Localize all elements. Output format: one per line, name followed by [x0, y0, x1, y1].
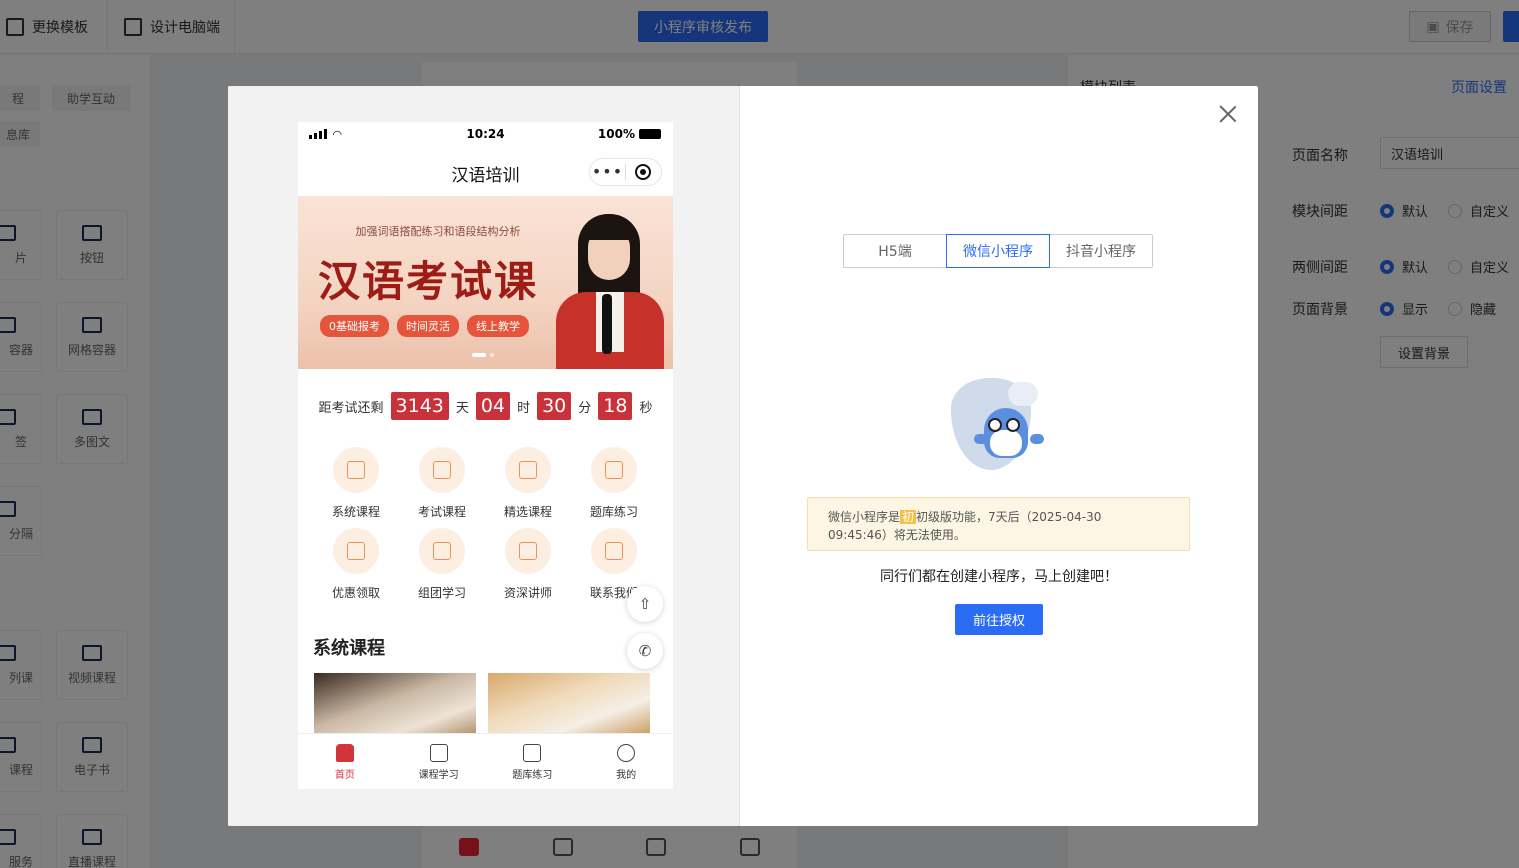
- tab-mine[interactable]: 我的: [579, 734, 673, 789]
- banner-tag: 线上教学: [467, 315, 529, 337]
- status-bar: ◠ 10:24 100%: [298, 122, 673, 146]
- tab-h5[interactable]: H5端: [843, 234, 947, 268]
- banner-title: 汉语考试课: [318, 257, 539, 306]
- grid-item-exam-course[interactable]: 考试课程: [399, 447, 485, 520]
- cta-message: 同行们都在创建小程序，马上创建吧！: [880, 569, 1118, 585]
- carousel-dots: [472, 353, 494, 357]
- open-book-icon: [519, 461, 537, 479]
- grid-icon: [429, 744, 448, 762]
- battery-indicator: 100%: [598, 127, 661, 141]
- tab-home[interactable]: 首页: [298, 734, 392, 789]
- expiry-notice: 微信小程序是初初级版功能，7天后（2025-04-30 09:45:46）将无法…: [807, 497, 1190, 551]
- course-card-image[interactable]: [314, 673, 476, 735]
- bag-icon: [433, 542, 451, 560]
- banner-tags: 0基础报考 时间灵活 线上教学: [320, 315, 529, 337]
- authorize-button[interactable]: 前往授权: [955, 604, 1043, 635]
- phone-icon: [605, 542, 623, 560]
- home-icon: [335, 744, 354, 762]
- countdown-minutes: 30: [537, 392, 572, 420]
- presenter-image: [538, 214, 673, 369]
- capsule-menu[interactable]: •••: [589, 158, 662, 186]
- pen-icon: [605, 461, 623, 479]
- platform-tabs: H5端 微信小程序 抖音小程序: [843, 234, 1153, 268]
- user-icon: [617, 744, 636, 762]
- course-card-image[interactable]: [488, 673, 650, 735]
- mini-program-nav: 汉语培训 •••: [298, 156, 673, 188]
- share-button[interactable]: ⇧: [627, 586, 663, 622]
- close-target-icon[interactable]: [626, 164, 661, 180]
- publish-modal: ◠ 10:24 100% 汉语培训 ••• 加强词语搭配练习和语段结构分析 汉语…: [228, 86, 1258, 826]
- banner-tag: 0基础报考: [320, 315, 389, 337]
- close-icon[interactable]: [1218, 104, 1238, 124]
- grid-item-system-course[interactable]: 系统课程: [313, 447, 399, 520]
- teacher-icon: [519, 542, 537, 560]
- banner-subtitle: 加强词语搭配练习和语段结构分析: [355, 225, 521, 238]
- grid-item-group-study[interactable]: 组团学习: [399, 528, 485, 601]
- exam-countdown: 距考试还剩 3143 天 04 时 30 分 18 秒: [298, 392, 673, 420]
- battery-icon: [639, 129, 661, 139]
- tab-course-study[interactable]: 课程学习: [392, 734, 486, 789]
- book-icon: [347, 461, 365, 479]
- call-button[interactable]: ✆: [627, 633, 663, 669]
- owl-mascot-illustration: [948, 378, 1052, 474]
- grid-item-teachers[interactable]: 资深讲师: [485, 528, 571, 601]
- phone-icon: ✆: [638, 642, 652, 660]
- share-icon: ⇧: [638, 595, 652, 613]
- grid-item-question-bank[interactable]: 题库练习: [571, 447, 657, 520]
- document-icon: [523, 744, 542, 762]
- countdown-days: 3143: [390, 392, 449, 420]
- phone-preview: ◠ 10:24 100% 汉语培训 ••• 加强词语搭配练习和语段结构分析 汉语…: [298, 122, 673, 789]
- more-icon[interactable]: •••: [590, 164, 625, 180]
- graduation-cap-icon: [433, 461, 451, 479]
- countdown-seconds: 18: [598, 392, 633, 420]
- highlight-badge: 初: [900, 510, 917, 524]
- mini-program-tabbar: 首页 课程学习 题库练习 我的: [298, 733, 673, 789]
- coupon-icon: [347, 542, 365, 560]
- tab-douyin-mini-program[interactable]: 抖音小程序: [1049, 234, 1153, 268]
- countdown-hours: 04: [475, 392, 511, 420]
- grid-item-featured-course[interactable]: 精选课程: [485, 447, 571, 520]
- preview-area: ◠ 10:24 100% 汉语培训 ••• 加强词语搭配练习和语段结构分析 汉语…: [228, 86, 740, 826]
- section-title: 系统课程: [313, 638, 385, 659]
- grid-item-coupon[interactable]: 优惠领取: [313, 528, 399, 601]
- banner[interactable]: 加强词语搭配练习和语段结构分析 汉语考试课 0基础报考 时间灵活 线上教学: [298, 196, 673, 369]
- tab-wechat-mini-program[interactable]: 微信小程序: [946, 234, 1050, 268]
- banner-tag: 时间灵活: [397, 315, 459, 337]
- tab-question-bank[interactable]: 题库练习: [486, 734, 580, 789]
